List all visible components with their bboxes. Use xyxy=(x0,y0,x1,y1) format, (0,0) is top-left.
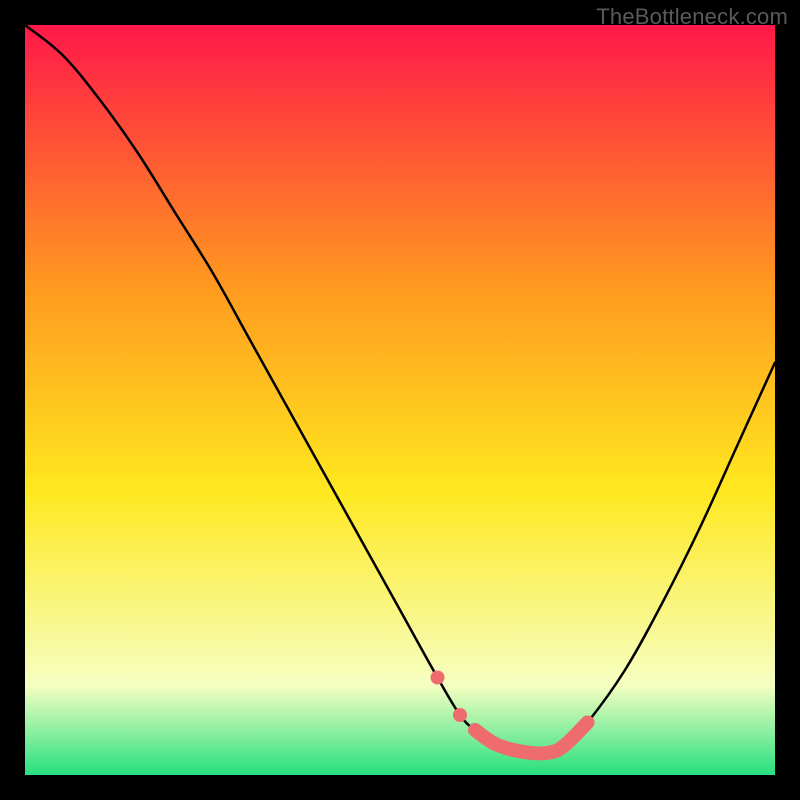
chart-svg xyxy=(25,25,775,775)
optimal-dot xyxy=(431,671,445,685)
gradient-background xyxy=(25,25,775,775)
plot-area xyxy=(25,25,775,775)
optimal-dot xyxy=(453,708,467,722)
outer-frame: TheBottleneck.com xyxy=(0,0,800,800)
